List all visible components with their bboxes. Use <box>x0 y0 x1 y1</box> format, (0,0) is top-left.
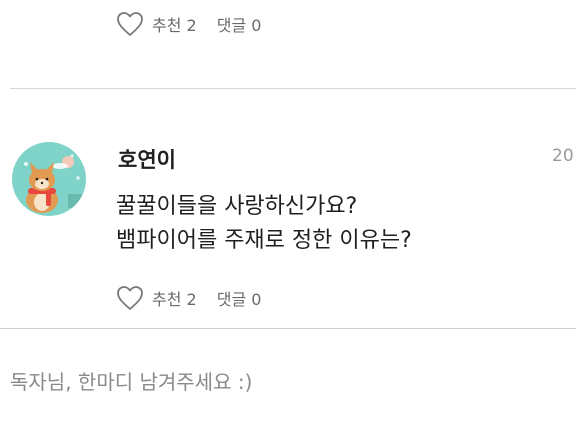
comment-author[interactable]: 호연이 <box>118 144 176 174</box>
avatar[interactable] <box>12 142 86 216</box>
comment-divider <box>10 88 576 89</box>
heart-icon[interactable] <box>116 285 144 311</box>
reply-button[interactable]: 댓글 0 <box>217 12 262 36</box>
recommend-count: 2 <box>186 290 197 309</box>
comment-body: 꿀꿀이들을 사랑하신가요? 뱀파이어를 주재로 정한 이유는? <box>116 190 412 258</box>
recommend-button[interactable]: 추천 2 <box>152 12 197 36</box>
recommend-label: 추천 <box>152 16 182 35</box>
recommend-button[interactable]: 추천 2 <box>152 286 197 310</box>
comment-actions-top: 추천 2 댓글 0 <box>116 10 261 38</box>
reply-label: 댓글 <box>216 290 247 309</box>
reply-count: 0 <box>251 290 262 309</box>
reply-label: 댓글 <box>216 16 247 35</box>
heart-icon[interactable] <box>116 11 144 37</box>
comment-body-line: 뱀파이어를 주재로 정한 이유는? <box>116 228 412 253</box>
recommend-count: 2 <box>186 16 197 35</box>
comment-actions: 추천 2 댓글 0 <box>116 284 261 312</box>
comment-body-line: 꿀꿀이들을 사랑하신가요? <box>116 194 358 219</box>
comment-date: 20 <box>552 146 574 166</box>
comment-input[interactable]: 독자님, 한마디 남겨주세요 :) <box>10 364 560 400</box>
reply-button[interactable]: 댓글 0 <box>217 286 262 310</box>
fox-avatar-icon <box>12 142 86 216</box>
reply-count: 0 <box>251 16 262 35</box>
input-divider <box>0 328 576 329</box>
recommend-label: 추천 <box>152 290 182 309</box>
